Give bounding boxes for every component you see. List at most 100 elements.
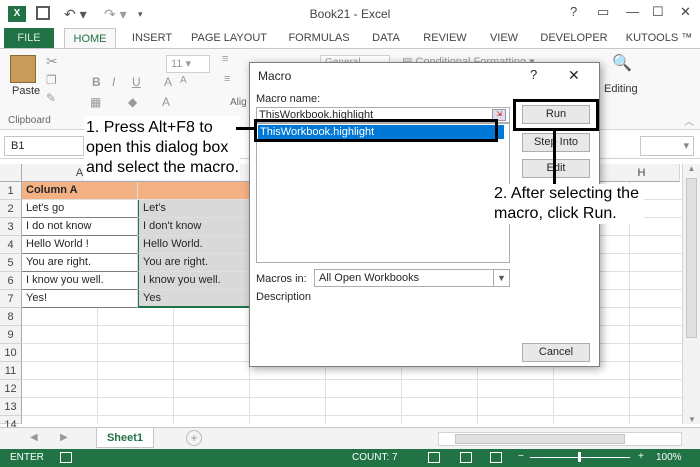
- cell-a3[interactable]: I do not know: [22, 218, 138, 236]
- find-icon[interactable]: 🔍: [612, 53, 632, 73]
- macro-list[interactable]: ThisWorkbook.highlight: [256, 123, 510, 263]
- cell-b2[interactable]: Let's: [138, 200, 250, 218]
- tab-formulas[interactable]: FORMULAS: [286, 28, 352, 48]
- step-into-button[interactable]: Step Into: [522, 133, 590, 152]
- font-color-icon[interactable]: A: [162, 95, 170, 109]
- dialog-title: Macro: [258, 69, 292, 83]
- scroll-thumb[interactable]: [686, 178, 697, 338]
- font-size-box[interactable]: 11 ▾: [166, 55, 210, 73]
- cut-icon[interactable]: ✂: [46, 53, 58, 70]
- cell-b3[interactable]: I don't know: [138, 218, 250, 236]
- row-header[interactable]: 4: [0, 236, 22, 254]
- redo-icon[interactable]: ↷ ▾: [104, 6, 127, 22]
- tab-page-layout[interactable]: PAGE LAYOUT: [188, 28, 270, 48]
- row-header[interactable]: 7: [0, 290, 22, 308]
- tab-home[interactable]: HOME: [64, 28, 116, 48]
- paste-button[interactable]: Paste: [12, 85, 40, 97]
- vertical-scrollbar[interactable]: ▲ ▼: [682, 164, 700, 424]
- sheet-next-icon[interactable]: ▶: [60, 432, 68, 443]
- underline-button[interactable]: U: [132, 75, 141, 89]
- tab-view[interactable]: VIEW: [486, 28, 522, 48]
- hscroll-thumb[interactable]: [455, 434, 625, 444]
- close-button[interactable]: ✕: [680, 4, 691, 20]
- row-header[interactable]: 5: [0, 254, 22, 272]
- ribbon-tabs: FILE HOME INSERT PAGE LAYOUT FORMULAS DA…: [0, 28, 700, 48]
- help-button[interactable]: ?: [570, 4, 577, 19]
- editing-button[interactable]: Editing: [604, 83, 638, 95]
- customize-toolbar-icon[interactable]: ▾: [138, 6, 143, 22]
- bold-button[interactable]: B: [92, 75, 101, 89]
- cell-b5[interactable]: You are right.: [138, 254, 250, 272]
- cell-a2[interactable]: Let's go: [22, 200, 138, 218]
- row-header[interactable]: 10: [0, 344, 22, 362]
- copy-icon[interactable]: ❐: [46, 73, 57, 87]
- macro-record-icon[interactable]: [60, 452, 72, 463]
- dialog-close-button[interactable]: ✕: [568, 67, 580, 84]
- cell-a7[interactable]: Yes!: [22, 290, 138, 308]
- cell-b6[interactable]: I know you well.: [138, 272, 250, 290]
- cancel-button[interactable]: Cancel: [522, 343, 590, 362]
- sheet-prev-icon[interactable]: ◀: [30, 432, 38, 443]
- align-icon[interactable]: ≡: [222, 53, 228, 65]
- name-box[interactable]: B1: [4, 136, 84, 156]
- ribbon-display-button[interactable]: ▭: [597, 4, 609, 20]
- italic-button[interactable]: I: [112, 75, 115, 89]
- scroll-down-icon[interactable]: ▼: [683, 415, 700, 424]
- cell-a1[interactable]: Column A: [22, 182, 138, 200]
- row-header[interactable]: 1: [0, 182, 22, 200]
- tab-data[interactable]: DATA: [368, 28, 404, 48]
- new-sheet-icon[interactable]: +: [186, 430, 202, 446]
- row-header[interactable]: 11: [0, 362, 22, 380]
- row-header[interactable]: 3: [0, 218, 22, 236]
- formula-input[interactable]: ▾: [640, 136, 694, 156]
- page-layout-view-icon[interactable]: [460, 452, 472, 463]
- font-grow-icon[interactable]: A: [164, 75, 172, 89]
- select-all-corner[interactable]: [0, 164, 22, 182]
- zoom-slider[interactable]: [530, 452, 630, 462]
- minimize-button[interactable]: —: [626, 4, 639, 19]
- tab-file[interactable]: FILE: [4, 28, 54, 48]
- sheet-tab-sheet1[interactable]: Sheet1: [96, 428, 154, 448]
- row-header[interactable]: 8: [0, 308, 22, 326]
- align-center-icon[interactable]: ≡: [224, 73, 230, 85]
- tab-kutools[interactable]: KUTOOLS ™: [624, 28, 694, 48]
- horizontal-scrollbar[interactable]: [438, 432, 682, 446]
- edit-button[interactable]: Edit: [522, 159, 590, 178]
- cell-b7[interactable]: Yes: [138, 290, 250, 308]
- format-painter-icon[interactable]: ✎: [46, 91, 56, 105]
- normal-view-icon[interactable]: [428, 452, 440, 463]
- row-header[interactable]: 13: [0, 398, 22, 416]
- undo-icon[interactable]: ↶ ▾: [64, 6, 87, 22]
- row-header[interactable]: 6: [0, 272, 22, 290]
- tab-review[interactable]: REVIEW: [420, 28, 470, 48]
- macros-in-select[interactable]: All Open Workbooks ▼: [314, 269, 510, 287]
- cell-b4[interactable]: Hello World.: [138, 236, 250, 254]
- save-icon[interactable]: [36, 6, 50, 20]
- paste-icon[interactable]: [10, 55, 36, 83]
- font-shrink-icon[interactable]: A: [180, 75, 187, 86]
- column-header-h[interactable]: H: [604, 164, 680, 182]
- zoom-level[interactable]: 100%: [656, 452, 682, 463]
- zoom-out-icon[interactable]: −: [518, 451, 524, 462]
- row-header[interactable]: 14: [0, 416, 22, 431]
- chevron-down-icon[interactable]: ▼: [493, 270, 509, 286]
- borders-icon[interactable]: ▦: [90, 95, 101, 109]
- zoom-in-icon[interactable]: +: [638, 451, 644, 462]
- fill-color-icon[interactable]: ◆: [128, 95, 137, 109]
- dialog-help-button[interactable]: ?: [530, 67, 537, 82]
- tab-developer[interactable]: DEVELOPER: [538, 28, 610, 48]
- tab-insert[interactable]: INSERT: [130, 28, 174, 48]
- row-header[interactable]: 2: [0, 200, 22, 218]
- cell-a4[interactable]: Hello World !: [22, 236, 138, 254]
- row-header[interactable]: 12: [0, 380, 22, 398]
- scroll-up-icon[interactable]: ▲: [683, 164, 700, 173]
- zoom-slider-thumb[interactable]: [578, 452, 581, 462]
- row-header[interactable]: 9: [0, 326, 22, 344]
- macros-in-value: All Open Workbooks: [319, 272, 420, 284]
- collapse-ribbon-icon[interactable]: ︿: [684, 113, 694, 128]
- page-break-view-icon[interactable]: [490, 452, 502, 463]
- cell-a5[interactable]: You are right.: [22, 254, 138, 272]
- cell-b1[interactable]: [138, 182, 250, 200]
- cell-a6[interactable]: I know you well.: [22, 272, 138, 290]
- maximize-button[interactable]: ☐: [652, 4, 664, 20]
